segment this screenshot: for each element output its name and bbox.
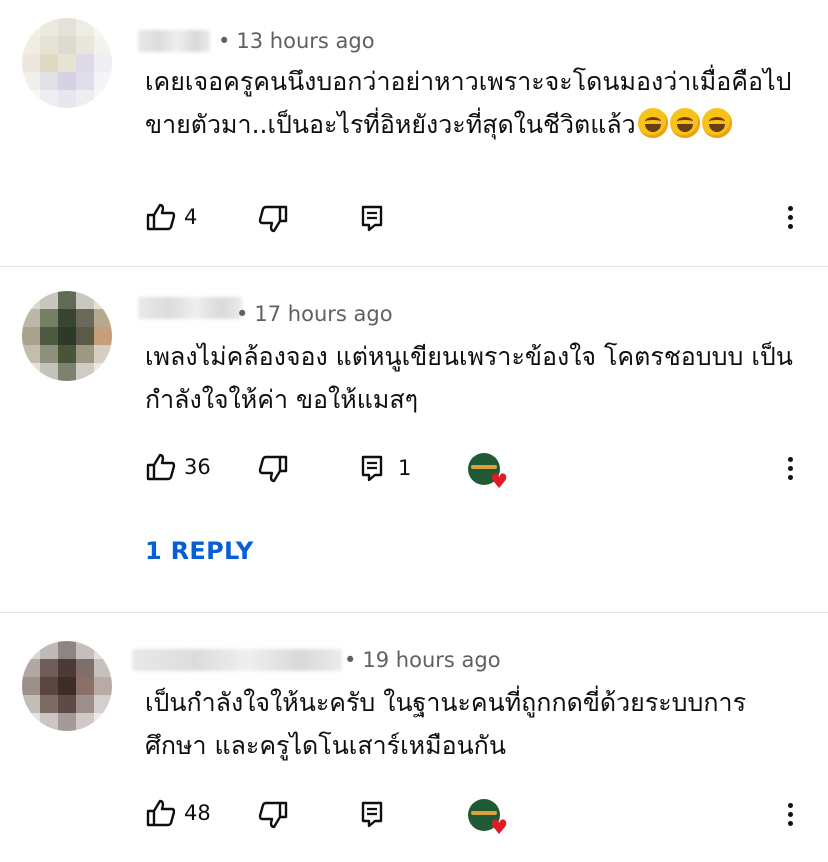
- like-count: 4: [184, 205, 198, 229]
- reply-button[interactable]: 1: [360, 454, 411, 482]
- like-count: 36: [184, 455, 211, 479]
- thumbs-down-icon: [258, 205, 288, 233]
- avatar[interactable]: [22, 641, 112, 731]
- comment-time: 19 hours ago: [362, 648, 501, 672]
- like-button[interactable]: 36: [146, 453, 211, 481]
- author-name-blurred[interactable]: [132, 649, 342, 671]
- rofl-emoji-icon: [701, 108, 732, 138]
- like-button[interactable]: 4: [146, 203, 197, 231]
- separator-dot: •: [218, 29, 231, 53]
- author-name-blurred[interactable]: [138, 30, 210, 52]
- comment-time: 13 hours ago: [236, 29, 375, 53]
- comment-meta: • 13 hours ago: [218, 29, 375, 53]
- avatar[interactable]: [22, 18, 112, 108]
- comment-text-content: เป็นกำลังใจให้นะครับ ในฐานะคนที่ถูกกดขี่…: [145, 688, 747, 760]
- thumbs-down-icon: [258, 801, 288, 829]
- reply-comment-icon: [360, 204, 384, 232]
- author-name-blurred[interactable]: [138, 297, 242, 319]
- rofl-emoji-icon: [637, 108, 668, 138]
- creator-heart-icon: ♥: [468, 799, 508, 837]
- view-replies-link[interactable]: 1 REPLY: [145, 537, 254, 565]
- comment-time: 17 hours ago: [254, 302, 393, 326]
- dislike-button[interactable]: [258, 801, 288, 829]
- comment-1: • 13 hours ago เคยเจอครูคนนึงบอกว่าอย่าหา…: [0, 0, 828, 265]
- like-count: 48: [184, 801, 211, 825]
- creator-heart-icon: ♥: [468, 453, 508, 491]
- reply-button[interactable]: [360, 204, 384, 232]
- thumbs-up-icon: [146, 799, 176, 827]
- comment-meta: • 19 hours ago: [344, 648, 501, 672]
- comment-text: เป็นกำลังใจให้นะครับ ในฐานะคนที่ถูกกดขี่…: [145, 681, 805, 767]
- comment-3: • 19 hours ago เป็นกำลังใจให้นะครับ ในฐาน…: [0, 613, 828, 862]
- comment-2: • 17 hours ago เพลงไม่คล้องจอง แต่หนูเขีย…: [0, 267, 828, 612]
- reply-comment-icon: [360, 454, 384, 482]
- comment-meta: • 17 hours ago: [236, 302, 393, 326]
- reply-button[interactable]: [360, 800, 384, 828]
- reply-comment-icon: [360, 800, 384, 828]
- separator-dot: •: [236, 302, 249, 326]
- reply-count: 1: [398, 456, 412, 480]
- comment-text: เพลงไม่คล้องจอง แต่หนูเขียนเพราะข้องใจ โ…: [145, 335, 805, 421]
- dislike-button[interactable]: [258, 205, 288, 233]
- comment-text: เคยเจอครูคนนึงบอกว่าอย่าหาวเพราะจะโดนมอง…: [145, 60, 805, 146]
- rofl-emoji-icon: [669, 108, 700, 138]
- thumbs-up-icon: [146, 203, 176, 231]
- thumbs-down-icon: [258, 455, 288, 483]
- more-vert-icon[interactable]: [788, 206, 794, 233]
- avatar[interactable]: [22, 291, 112, 381]
- separator-dot: •: [344, 648, 357, 672]
- more-vert-icon[interactable]: [788, 457, 794, 484]
- like-button[interactable]: 48: [146, 799, 211, 827]
- thumbs-up-icon: [146, 453, 176, 481]
- comment-text-content: เพลงไม่คล้องจอง แต่หนูเขียนเพราะข้องใจ โ…: [145, 342, 793, 414]
- dislike-button[interactable]: [258, 455, 288, 483]
- more-vert-icon[interactable]: [788, 803, 794, 830]
